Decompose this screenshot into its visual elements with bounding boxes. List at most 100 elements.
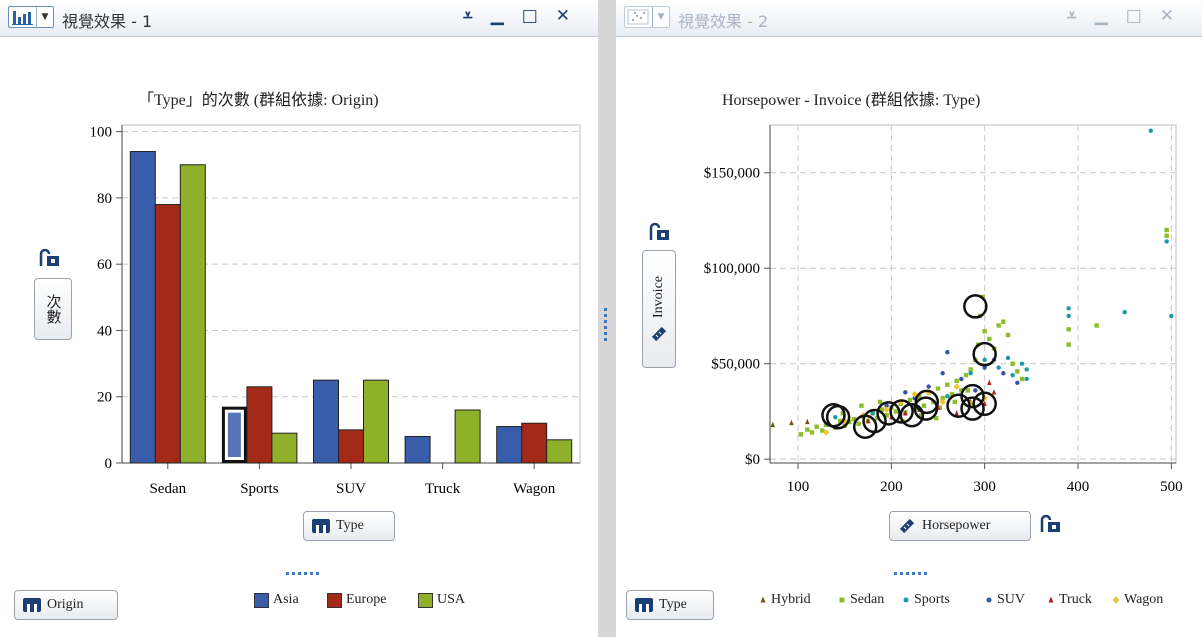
data-point bbox=[1112, 596, 1120, 604]
data-point bbox=[991, 389, 997, 395]
data-point bbox=[760, 596, 766, 603]
legend-marker bbox=[903, 597, 909, 603]
group-role-label: Type bbox=[659, 597, 687, 612]
visualization-type-menu[interactable]: ▼ bbox=[8, 6, 54, 28]
data-point bbox=[1024, 367, 1029, 372]
data-point bbox=[859, 403, 864, 408]
data-point bbox=[839, 597, 845, 603]
visualization-pane-2: ▼ 視覺效果 - 2 ⩡ ▁ □ ✕ Horsepower - Invoice … bbox=[616, 0, 1202, 637]
y-axis-role-button[interactable]: Invoice bbox=[642, 250, 676, 368]
bar bbox=[313, 379, 339, 464]
data-point bbox=[945, 382, 950, 387]
y-axis-label: Invoice bbox=[651, 276, 666, 318]
data-point bbox=[1015, 369, 1020, 374]
legend-item-sports[interactable]: Sports bbox=[901, 592, 950, 608]
group-role-button[interactable]: Type bbox=[626, 590, 714, 620]
data-point bbox=[805, 418, 810, 425]
legend-swatch bbox=[418, 592, 433, 608]
data-point bbox=[1010, 372, 1015, 378]
data-point bbox=[968, 367, 973, 372]
legend-item-asia[interactable]: Asia bbox=[254, 592, 299, 608]
bar bbox=[546, 439, 573, 464]
chevron-down-icon[interactable]: ▼ bbox=[36, 7, 53, 27]
data-point bbox=[982, 357, 987, 363]
data-point bbox=[1019, 361, 1025, 366]
x-axis-role-button[interactable]: Type bbox=[303, 511, 395, 541]
bar bbox=[454, 409, 481, 464]
legend-label: Sports bbox=[914, 592, 950, 607]
data-point bbox=[1148, 128, 1153, 133]
resize-grip-icon[interactable] bbox=[894, 572, 930, 576]
legend-item-truck[interactable]: Truck bbox=[1046, 592, 1092, 608]
legend-marker bbox=[760, 596, 766, 603]
legend-item-wagon[interactable]: Wagon bbox=[1111, 592, 1163, 608]
legend-label: SUV bbox=[997, 592, 1026, 607]
legend-swatch bbox=[254, 592, 269, 608]
data-point bbox=[805, 427, 810, 432]
bar bbox=[521, 422, 548, 464]
legend-label: Sedan bbox=[850, 592, 885, 607]
resize-grip-icon[interactable] bbox=[286, 572, 322, 576]
data-point bbox=[939, 398, 946, 406]
y-axis-role-button[interactable]: 次數 bbox=[34, 278, 72, 340]
legend-label: USA bbox=[437, 592, 466, 607]
data-point bbox=[1005, 355, 1011, 361]
y-tick-label: $0 bbox=[745, 452, 760, 468]
maximize-icon[interactable]: □ bbox=[522, 6, 538, 26]
unlock-icon[interactable] bbox=[648, 222, 670, 242]
data-point bbox=[1169, 313, 1174, 319]
x-tick-label: Truck bbox=[425, 481, 461, 497]
x-axis-role-button[interactable]: Horsepower bbox=[889, 511, 1031, 541]
maximize-icon[interactable]: □ bbox=[1126, 6, 1142, 26]
pane-1-titlebar: ▼ 視覺效果 - 1 ⩡ ▁ □ ✕ bbox=[0, 0, 598, 37]
data-point bbox=[953, 383, 960, 390]
pane-2-titlebar: ▼ 視覺效果 - 2 ⩡ ▁ □ ✕ bbox=[616, 0, 1202, 37]
visualization-type-menu[interactable]: ▼ bbox=[624, 6, 670, 28]
group-role-button[interactable]: Origin bbox=[14, 590, 118, 620]
minimize-icon[interactable]: ▁ bbox=[491, 6, 504, 26]
legend-item-usa[interactable]: USA bbox=[418, 592, 465, 608]
legend-swatch bbox=[327, 592, 342, 608]
bar bbox=[129, 151, 156, 464]
data-point bbox=[954, 410, 959, 416]
y-tick-label: 100 bbox=[90, 125, 113, 141]
data-point bbox=[883, 406, 890, 413]
data-point bbox=[986, 597, 992, 603]
data-point bbox=[945, 350, 950, 355]
bar bbox=[363, 379, 389, 464]
legend-item-sedan[interactable]: Sedan bbox=[837, 592, 884, 608]
minimize-icon[interactable]: ▁ bbox=[1095, 6, 1108, 26]
data-point bbox=[987, 336, 992, 342]
data-point bbox=[965, 388, 971, 393]
legend-item-europe[interactable]: Europe bbox=[327, 592, 386, 608]
chevron-down-icon[interactable]: ▼ bbox=[652, 7, 669, 27]
scatter-plot[interactable]: 100 200 300 400 500 $0 $50,000 $100,000 $150,000 bbox=[616, 110, 1202, 510]
legend-item-hybrid[interactable]: Hybrid bbox=[758, 592, 811, 608]
overflow-menu-icon[interactable]: ⩡ bbox=[1067, 6, 1077, 26]
data-point bbox=[996, 323, 1001, 328]
data-point bbox=[903, 390, 908, 395]
pane-splitter[interactable] bbox=[598, 0, 616, 637]
legend-marker bbox=[1112, 596, 1120, 604]
measure-icon bbox=[899, 518, 915, 534]
category-icon bbox=[312, 519, 330, 533]
data-point bbox=[856, 421, 861, 427]
unlock-icon[interactable] bbox=[38, 248, 60, 268]
x-tick-label: SUV bbox=[336, 481, 366, 497]
data-point bbox=[1164, 233, 1169, 238]
legend-label: Wagon bbox=[1124, 592, 1164, 607]
y-tick-label: 40 bbox=[97, 323, 112, 339]
bar bbox=[271, 432, 298, 464]
unlock-icon[interactable] bbox=[1039, 514, 1061, 534]
legend-label: Asia bbox=[273, 592, 299, 607]
close-icon[interactable]: ✕ bbox=[1160, 6, 1174, 26]
overflow-menu-icon[interactable]: ⩡ bbox=[463, 6, 473, 26]
close-icon[interactable]: ✕ bbox=[556, 6, 570, 26]
legend-marker bbox=[1048, 596, 1054, 603]
data-point bbox=[987, 379, 992, 385]
bar-chart[interactable]: 0 20 40 60 80 100 Sedan Sports SUV Truck Wagon bbox=[0, 110, 598, 510]
data-point bbox=[945, 393, 950, 399]
data-point bbox=[814, 424, 819, 429]
data-point bbox=[940, 371, 945, 376]
legend-item-suv[interactable]: SUV bbox=[984, 592, 1025, 608]
